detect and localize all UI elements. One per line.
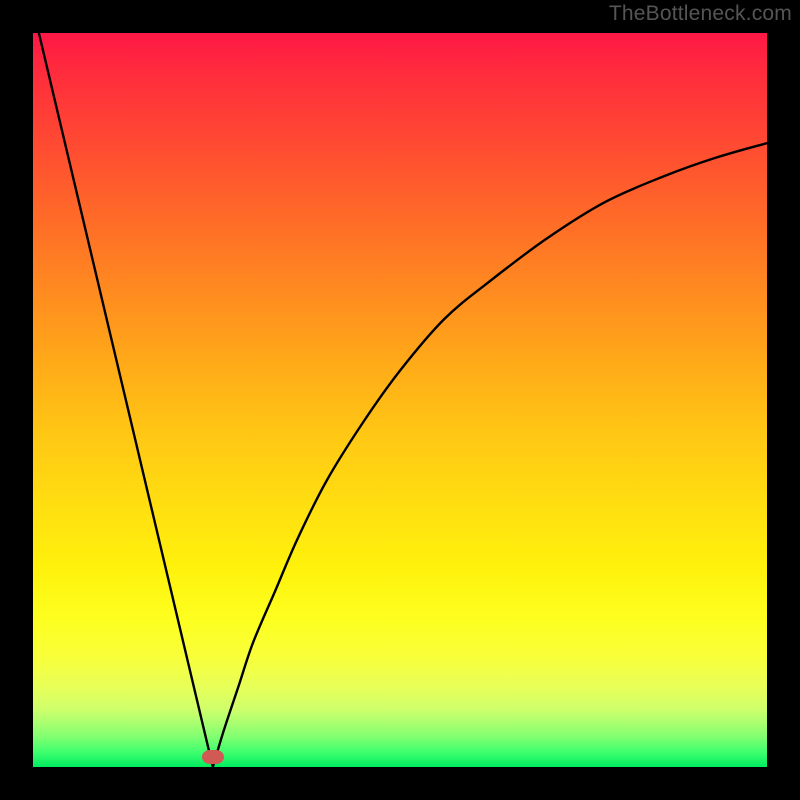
chart-frame: TheBottleneck.com: [0, 0, 800, 800]
optimum-marker: [202, 750, 224, 764]
plot-area: [33, 33, 767, 767]
bottleneck-curve: [33, 33, 767, 767]
watermark-text: TheBottleneck.com: [609, 2, 792, 26]
curve-path: [39, 33, 767, 767]
